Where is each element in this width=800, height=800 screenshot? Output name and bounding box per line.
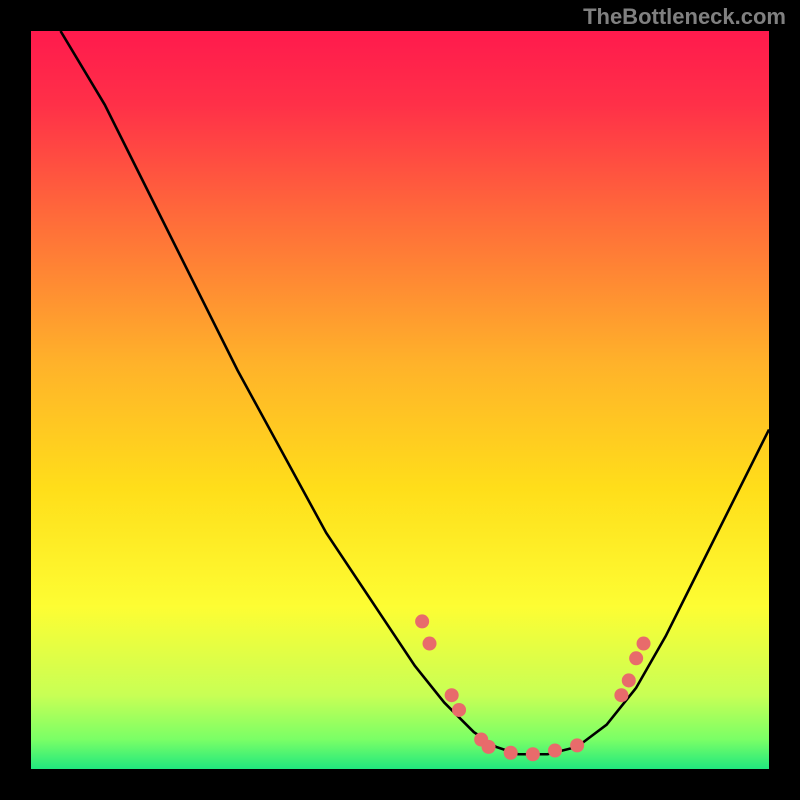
data-marker — [637, 637, 651, 651]
data-marker — [452, 703, 466, 717]
data-marker — [548, 744, 562, 758]
data-marker — [622, 673, 636, 687]
data-marker — [482, 740, 496, 754]
data-marker — [504, 746, 518, 760]
bottleneck-curve — [61, 31, 769, 754]
chart-curve-layer — [31, 31, 769, 769]
data-marker — [423, 637, 437, 651]
data-markers — [415, 614, 650, 761]
data-marker — [570, 738, 584, 752]
chart-plot-area — [31, 31, 769, 769]
data-marker — [526, 747, 540, 761]
data-marker — [614, 688, 628, 702]
data-marker — [445, 688, 459, 702]
watermark-text: TheBottleneck.com — [583, 4, 786, 30]
data-marker — [629, 651, 643, 665]
data-marker — [415, 614, 429, 628]
